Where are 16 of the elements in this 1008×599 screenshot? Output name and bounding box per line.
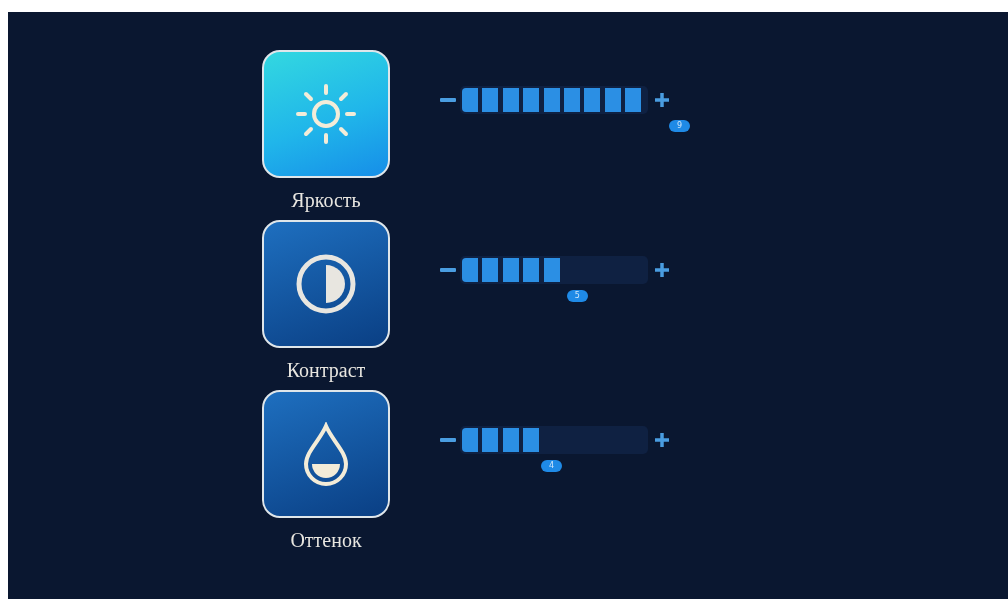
level-track[interactable] [460, 426, 648, 454]
contrast-icon [294, 252, 358, 316]
setting-label: Оттенок [290, 528, 362, 552]
setting-tile[interactable] [262, 50, 390, 178]
setting-label: Яркость [291, 188, 361, 212]
setting-tile[interactable] [262, 390, 390, 518]
value-badge: 4 [541, 460, 563, 472]
value-badge: 9 [668, 120, 690, 132]
sun-icon [294, 82, 358, 146]
value-badge: 5 [566, 290, 588, 302]
plus-icon[interactable] [654, 262, 670, 278]
level-track[interactable] [460, 256, 648, 284]
plus-icon[interactable] [654, 432, 670, 448]
plus-icon[interactable] [654, 92, 670, 108]
setting-label: Контраст [286, 358, 366, 382]
setting-tile[interactable] [262, 220, 390, 348]
